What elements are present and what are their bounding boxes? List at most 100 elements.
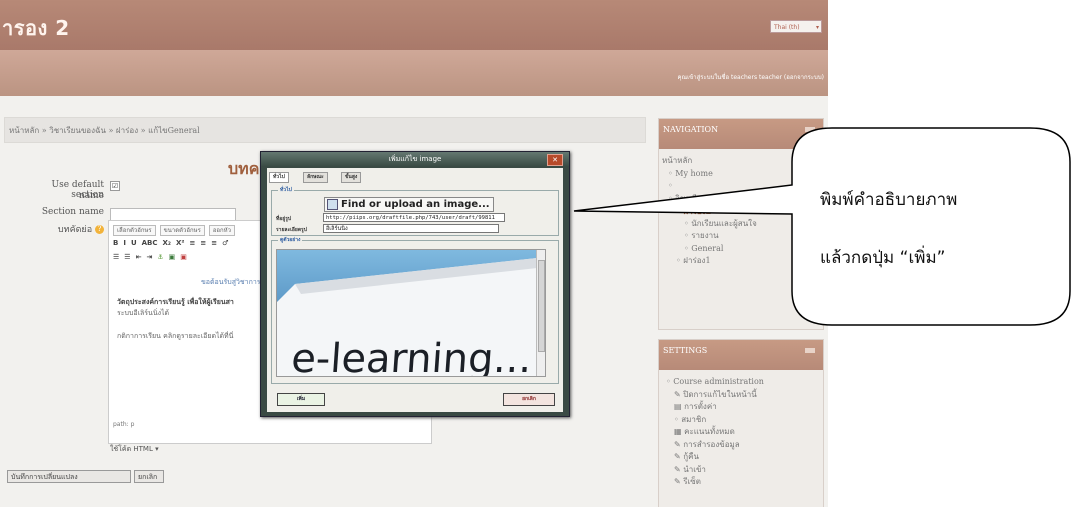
section-name-label: Section name	[41, 207, 104, 217]
settings-header: SETTINGS	[659, 340, 823, 370]
navigation-block: NAVIGATION หน้าหลัก ◦ My home ◦ ◦ วิชาเร…	[658, 118, 824, 330]
editor-toolbar-row-2: B I U ABC X₂ X² ≡ ≡ ≡ ♂	[113, 239, 233, 250]
settings-course-admin[interactable]: ◦ Course administration	[662, 376, 823, 389]
settings-users[interactable]: ◦ สมาชิก	[662, 414, 823, 427]
align-right-button[interactable]: ≡	[211, 239, 217, 247]
banner: คุณเข้าสู่ระบบในชื่อ teachers teacher (อ…	[0, 50, 828, 96]
breadcrumb-bar: หน้าหลัก » วิชาเรียนของฉัน » ฝาร่อง » แก…	[4, 117, 646, 143]
align-left-button[interactable]: ≡	[189, 239, 195, 247]
settings-block: SETTINGS ◦ Course administration ✎ ปิดกา…	[658, 339, 824, 507]
description-input[interactable]: อีเลิร์นนิ่ง	[323, 224, 499, 233]
editor-toolbar-row-1: เลือกตัวอักษร ขนาดตัวอักษร ออกหัว	[113, 225, 239, 236]
login-info[interactable]: คุณเข้าสู่ระบบในชื่อ teachers teacher (อ…	[678, 72, 824, 82]
nav-item-home[interactable]: หน้าหลัก	[662, 155, 823, 168]
save-changes-button[interactable]: บันทึกการเปลี่ยนแปลง	[7, 470, 131, 483]
strikethrough-button[interactable]: ABC	[142, 239, 158, 247]
nav-item-general[interactable]: ◦ General	[662, 243, 823, 256]
moodle-screenshot: ารอง 2 Thai (th) ▾ คุณเข้าสู่ระบบในชื่อ t…	[0, 0, 828, 507]
font-family-select[interactable]: เลือกตัวอักษร	[113, 225, 156, 236]
close-icon[interactable]: ✕	[547, 154, 563, 166]
chevron-down-icon: ▾	[815, 24, 819, 31]
bullet-list-icon[interactable]: ☰	[113, 253, 119, 261]
search-icon	[327, 198, 338, 210]
editor-objective-text: วัตถุประสงค์การเรียนรู้ เพื่อให้ผู้เรียน…	[117, 298, 234, 306]
settings-reset[interactable]: ✎ รีเซ็ต	[662, 476, 823, 489]
nav-item-reports[interactable]: ◦ รายงาน	[662, 230, 823, 243]
nav-item-course[interactable]: ◦ ฝาร่อง2	[662, 205, 823, 218]
editor-path: path: p	[113, 421, 135, 428]
clear-format-button[interactable]: ♂	[222, 239, 228, 247]
nav-item-course-1[interactable]: ◦ ฝาร่อง1	[662, 255, 823, 268]
settings-turn-editing-off[interactable]: ✎ ปิดการแก้ไขในหน้านี้	[662, 389, 823, 402]
heading-select[interactable]: ออกหัว	[208, 225, 235, 236]
callout-line-1: พิมพ์คำอธิบายภาพ	[820, 190, 958, 210]
find-upload-label: Find or upload an image...	[341, 199, 490, 210]
scrollbar-thumb[interactable]	[538, 260, 545, 352]
callout-line-2: แล้วกดปุ่ม “เพิ่ม”	[820, 248, 946, 268]
navigation-title: NAVIGATION	[663, 125, 719, 134]
preview-fieldset: ดูตัวอย่าง e-learning...	[271, 236, 559, 384]
collapse-icon[interactable]	[805, 348, 815, 353]
settings-title: SETTINGS	[663, 346, 708, 355]
image-dialog: เพิ่มแก้ไข image ✕ ทั่วไป ลักษณะ ขั้นสูง…	[260, 151, 570, 417]
dialog-title[interactable]: เพิ่มแก้ไข image	[261, 152, 569, 166]
dialog-body: ทั่วไป ลักษณะ ขั้นสูง ทั่วไป Find or upl…	[267, 168, 563, 412]
collapse-icon[interactable]	[805, 127, 815, 132]
settings-restore[interactable]: ✎ กู้คืน	[662, 451, 823, 464]
header-bar: ารอง 2 Thai (th) ▾	[0, 0, 828, 50]
preview-scrollbar[interactable]	[536, 250, 545, 376]
summary-label-wrap: บทคัดย่อ ?	[20, 222, 104, 236]
tab-general[interactable]: ทั่วไป	[269, 172, 289, 183]
general-fieldset: ทั่วไป Find or upload an image... ที่อยู…	[271, 186, 559, 236]
link-icon[interactable]: ⚓	[157, 253, 163, 261]
subscript-button[interactable]: X₂	[163, 239, 171, 247]
tab-advanced[interactable]: ขั้นสูง	[341, 172, 362, 183]
dialog-cancel-button[interactable]: ยกเลิก	[503, 393, 555, 406]
find-upload-button[interactable]: Find or upload an image...	[324, 197, 494, 212]
preview-legend: ดูตัวอย่าง	[278, 236, 303, 244]
align-center-button[interactable]: ≡	[200, 239, 206, 247]
media-icon[interactable]: ▣	[180, 253, 187, 261]
site-title: ารอง 2	[2, 16, 70, 40]
settings-edit-settings[interactable]: ▤ การตั้งค่า	[662, 401, 823, 414]
settings-list: ◦ Course administration ✎ ปิดการแก้ไขในห…	[659, 370, 823, 489]
help-icon[interactable]: ?	[95, 225, 104, 234]
general-legend: ทั่วไป	[278, 186, 294, 194]
indent-icon[interactable]: ⇥	[146, 253, 152, 261]
settings-backup[interactable]: ✎ การสำรองข้อมูล	[662, 439, 823, 452]
navigation-list: หน้าหลัก ◦ My home ◦ ◦ วิชาเรียนของฉัน ◦…	[659, 149, 823, 268]
summary-label: บทคัดย่อ	[57, 225, 93, 235]
preview-text: e-learning...	[290, 336, 533, 376]
url-label: ที่อยู่รูป	[276, 216, 292, 222]
use-default-checkbox[interactable]: ☑	[110, 181, 120, 191]
use-default-label-name: name	[78, 191, 104, 201]
navigation-header: NAVIGATION	[659, 119, 823, 149]
html-toggle[interactable]: ใช้โค้ด HTML ▾	[110, 444, 159, 455]
image-icon[interactable]: ▣	[169, 253, 176, 261]
tab-appearance[interactable]: ลักษณะ	[303, 172, 328, 183]
url-input[interactable]: http://piips.org/draftfile.php/743/user/…	[323, 213, 505, 222]
settings-import[interactable]: ✎ นำเข้า	[662, 464, 823, 477]
page-heading: บทค	[228, 159, 260, 178]
superscript-button[interactable]: X²	[176, 239, 184, 247]
language-select[interactable]: Thai (th) ▾	[770, 20, 822, 33]
bold-button[interactable]: B	[113, 239, 118, 247]
cancel-button[interactable]: ยกเลิก	[134, 470, 164, 483]
insert-button[interactable]: เพิ่ม	[277, 393, 325, 406]
nav-item-my-home[interactable]: ◦ My home	[662, 168, 823, 181]
font-size-select[interactable]: ขนาดตัวอักษร	[159, 225, 205, 236]
nav-item-my-courses[interactable]: ◦ วิชาเรียนของฉัน	[662, 193, 823, 206]
editor-system-text: ระบบอีเลิร์นนิ่งได้	[117, 309, 170, 317]
outdent-icon[interactable]: ⇤	[136, 253, 142, 261]
editor-rules-text: กติกาการเรียน คลิกดูรายละเอียดได้ที่นี่	[117, 332, 234, 340]
settings-grades[interactable]: ▦ คะแนนทั้งหมด	[662, 426, 823, 439]
elearning-image: e-learning...	[277, 250, 537, 376]
nav-item-participants[interactable]: ◦ นักเรียนและผู้สนใจ	[662, 218, 823, 231]
underline-button[interactable]: U	[131, 239, 137, 247]
breadcrumb[interactable]: หน้าหลัก » วิชาเรียนของฉัน » ฝาร่อง » แก…	[9, 124, 200, 137]
nav-item-hidden[interactable]: ◦	[662, 180, 823, 193]
image-preview: e-learning...	[276, 249, 546, 377]
numbered-list-icon[interactable]: ☰	[124, 253, 130, 261]
italic-button[interactable]: I	[123, 239, 126, 247]
language-value: Thai (th)	[774, 24, 800, 31]
